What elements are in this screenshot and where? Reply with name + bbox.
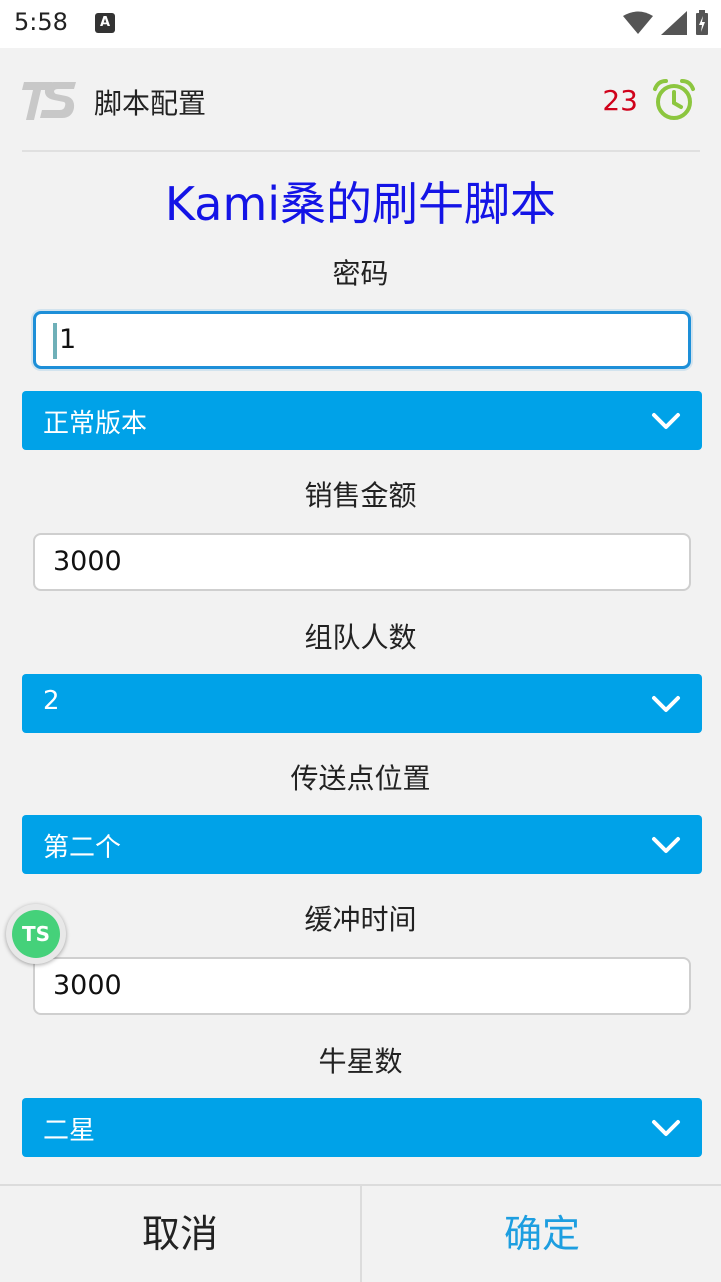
team-size-label: 组队人数 (304, 621, 417, 654)
buffer-time-value: 3000 (53, 970, 122, 1001)
status-time: 5:58 (14, 8, 68, 36)
cancel-button[interactable]: 取消 (0, 1186, 360, 1282)
wifi-icon (623, 11, 653, 34)
app-header: 脚本配置 23 (22, 72, 700, 132)
bull-stars-select[interactable]: 二星 (22, 1098, 702, 1157)
teleport-value: 第二个 (43, 833, 122, 863)
bull-stars-value: 二星 (43, 1116, 96, 1146)
text-cursor (53, 322, 57, 359)
buffer-time-input[interactable]: 3000 (33, 957, 691, 1015)
sales-amount-input[interactable]: 3000 (33, 533, 691, 591)
chevron-down-icon (652, 837, 680, 853)
teleport-label: 传送点位置 (290, 762, 431, 795)
floating-ts-button[interactable]: TS (6, 904, 66, 964)
password-input[interactable]: 1 (33, 311, 691, 369)
chevron-down-icon (652, 696, 680, 712)
footer-bar: 取消 确定 (0, 1184, 721, 1282)
status-bar: 5:58 A (0, 0, 721, 48)
buffer-time-label: 缓冲时间 (304, 903, 417, 936)
floating-ts-label: TS (12, 910, 60, 958)
version-value: 正常版本 (43, 409, 148, 439)
chevron-down-icon (652, 413, 680, 429)
ts-logo-icon (22, 82, 76, 120)
signal-icon (661, 11, 687, 35)
password-label: 密码 (332, 257, 389, 290)
password-value: 1 (59, 324, 77, 355)
notification-icon: A (95, 13, 115, 33)
team-size-select[interactable]: 2 (22, 674, 702, 733)
team-size-value: 2 (43, 686, 60, 716)
chevron-down-icon (652, 1120, 680, 1136)
page-title: 脚本配置 (94, 87, 207, 120)
alarm-clock-icon[interactable] (652, 78, 696, 122)
script-title: Kami桑的刷牛脚本 (164, 177, 557, 231)
confirm-button[interactable]: 确定 (362, 1186, 721, 1282)
battery-icon (696, 10, 708, 35)
bull-stars-label: 牛星数 (318, 1045, 403, 1078)
sales-amount-value: 3000 (53, 546, 122, 577)
status-icons (623, 10, 709, 36)
header-divider (22, 150, 700, 152)
version-select[interactable]: 正常版本 (22, 391, 702, 450)
countdown-text: 23 (602, 84, 638, 117)
sales-amount-label: 销售金额 (304, 479, 417, 512)
teleport-select[interactable]: 第二个 (22, 815, 702, 874)
